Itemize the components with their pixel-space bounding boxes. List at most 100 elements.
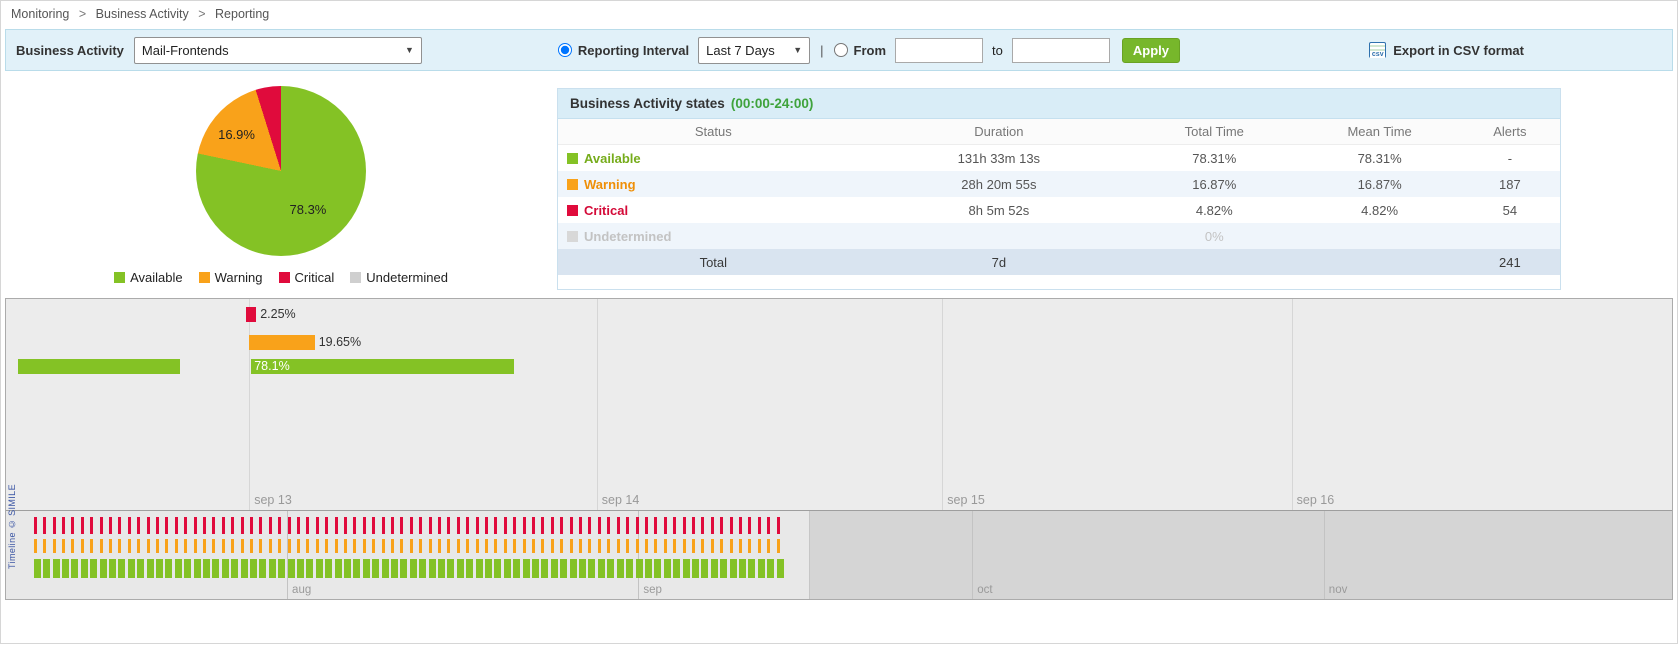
reporting-interval-select[interactable]: Last 7 Days ▼ [698, 37, 810, 64]
overview-tick-available [363, 559, 370, 578]
overview-tick-warning [184, 539, 187, 553]
overview-tick-available [278, 559, 285, 578]
table-cell: 131h 33m 13s [869, 151, 1130, 166]
overview-tick-available [513, 559, 520, 578]
overview-tick-critical [730, 517, 733, 534]
overview-tick-critical [645, 517, 648, 534]
overview-tick-critical [363, 517, 366, 534]
reporting-interval-radio[interactable] [558, 43, 572, 57]
overview-tick-critical [466, 517, 469, 534]
overview-tick-warning [335, 539, 338, 553]
breadcrumb-current-reporting: Reporting [215, 7, 269, 21]
timeline-event-bar-available[interactable] [251, 359, 514, 374]
overview-tick-warning [711, 539, 714, 553]
overview-tick-available [165, 559, 172, 578]
overview-tick-warning [34, 539, 37, 553]
overview-tick-available [156, 559, 163, 578]
overview-tick-critical [504, 517, 507, 534]
overview-tick-critical [391, 517, 394, 534]
overview-tick-critical [664, 517, 667, 534]
overview-tick-warning [128, 539, 131, 553]
overview-tick-critical [212, 517, 215, 534]
export-csv-label: Export in CSV format [1393, 43, 1524, 58]
overview-tick-critical [598, 517, 601, 534]
overview-tick-warning [617, 539, 620, 553]
overview-tick-warning [288, 539, 291, 553]
overview-tick-available [551, 559, 558, 578]
overview-tick-warning [43, 539, 46, 553]
to-date-input[interactable] [1012, 38, 1110, 63]
business-activity-selected-value: Mail-Frontends [142, 43, 229, 58]
overview-tick-available [325, 559, 332, 578]
overview-tick-critical [777, 517, 780, 534]
overview-tick-warning [758, 539, 761, 553]
column-header-alerts: Alerts [1460, 124, 1560, 139]
overview-tick-warning [231, 539, 234, 553]
overview-tick-available [541, 559, 548, 578]
overview-tick-critical [429, 517, 432, 534]
overview-tick-available [758, 559, 765, 578]
overview-tick-critical [90, 517, 93, 534]
timeline-event-bar-available[interactable] [18, 359, 180, 374]
timeline-credit[interactable]: Timeline © SIMILE [7, 484, 17, 569]
status-swatch [567, 179, 578, 190]
states-table-body: Available131h 33m 13s78.31%78.31%-Warnin… [558, 145, 1560, 249]
overview-tick-critical [494, 517, 497, 534]
overview-tick-available [701, 559, 708, 578]
overview-tick-critical [457, 517, 460, 534]
overview-tick-available [222, 559, 229, 578]
overview-tick-available [438, 559, 445, 578]
overview-tick-critical [297, 517, 300, 534]
from-date-input[interactable] [895, 38, 983, 63]
business-activity-label: Business Activity [16, 43, 124, 58]
separator-pipe: | [820, 43, 823, 58]
breadcrumb-separator: > [79, 7, 86, 21]
overview-tick-critical [523, 517, 526, 534]
overview-tick-warning [156, 539, 159, 553]
breadcrumb-link-business-activity[interactable]: Business Activity [96, 7, 189, 21]
table-cell: 54 [1460, 203, 1560, 218]
overview-tick-available [306, 559, 313, 578]
overview-viewport-highlight[interactable] [6, 511, 810, 599]
overview-tick-warning [71, 539, 74, 553]
timeline-overview-band[interactable]: augsepoctnov [6, 511, 1672, 599]
day-gridline [597, 299, 598, 510]
overview-tick-critical [156, 517, 159, 534]
available-legend-swatch [114, 272, 125, 283]
overview-tick-available [194, 559, 201, 578]
apply-button[interactable]: Apply [1122, 38, 1180, 63]
pie-legend: AvailableWarningCriticalUndetermined [5, 270, 557, 285]
breadcrumb-link-monitoring[interactable]: Monitoring [11, 7, 69, 21]
overview-tick-available [372, 559, 379, 578]
critical-legend-swatch [279, 272, 290, 283]
timeline-event-bar-warning[interactable] [249, 335, 314, 350]
timeline-event-bar-critical[interactable] [246, 307, 256, 322]
overview-tick-available [419, 559, 426, 578]
overview-tick-critical [767, 517, 770, 534]
overview-tick-available [645, 559, 652, 578]
timeline-main-band[interactable]: sep 13sep 14sep 15sep 162.25%19.65%78.1% [6, 299, 1672, 511]
overview-tick-available [777, 559, 784, 578]
table-cell: - [1460, 151, 1560, 166]
breadcrumb: Monitoring > Business Activity > Reporti… [1, 1, 1677, 25]
table-cell: 78.31% [1129, 151, 1299, 166]
overview-tick-available [241, 559, 248, 578]
timeline-event-label: 78.1% [254, 359, 289, 374]
business-activity-select[interactable]: Mail-Frontends ▼ [134, 37, 422, 64]
overview-tick-critical [128, 517, 131, 534]
overview-tick-available [711, 559, 718, 578]
overview-tick-warning [250, 539, 253, 553]
overview-tick-warning [645, 539, 648, 553]
overview-tick-critical [654, 517, 657, 534]
custom-range-radio[interactable] [834, 43, 848, 57]
column-header-status: Status [558, 124, 869, 139]
overview-tick-available [128, 559, 135, 578]
overview-tick-warning [447, 539, 450, 553]
month-label: oct [977, 584, 992, 596]
overview-tick-critical [194, 517, 197, 534]
overview-tick-warning [53, 539, 56, 553]
overview-tick-available [739, 559, 746, 578]
table-row: Critical8h 5m 52s4.82%4.82%54 [558, 197, 1560, 223]
export-csv-link[interactable]: csv Export in CSV format [1369, 42, 1524, 58]
content-row: 16.9%78.3% AvailableWarningCriticalUndet… [5, 76, 1673, 290]
